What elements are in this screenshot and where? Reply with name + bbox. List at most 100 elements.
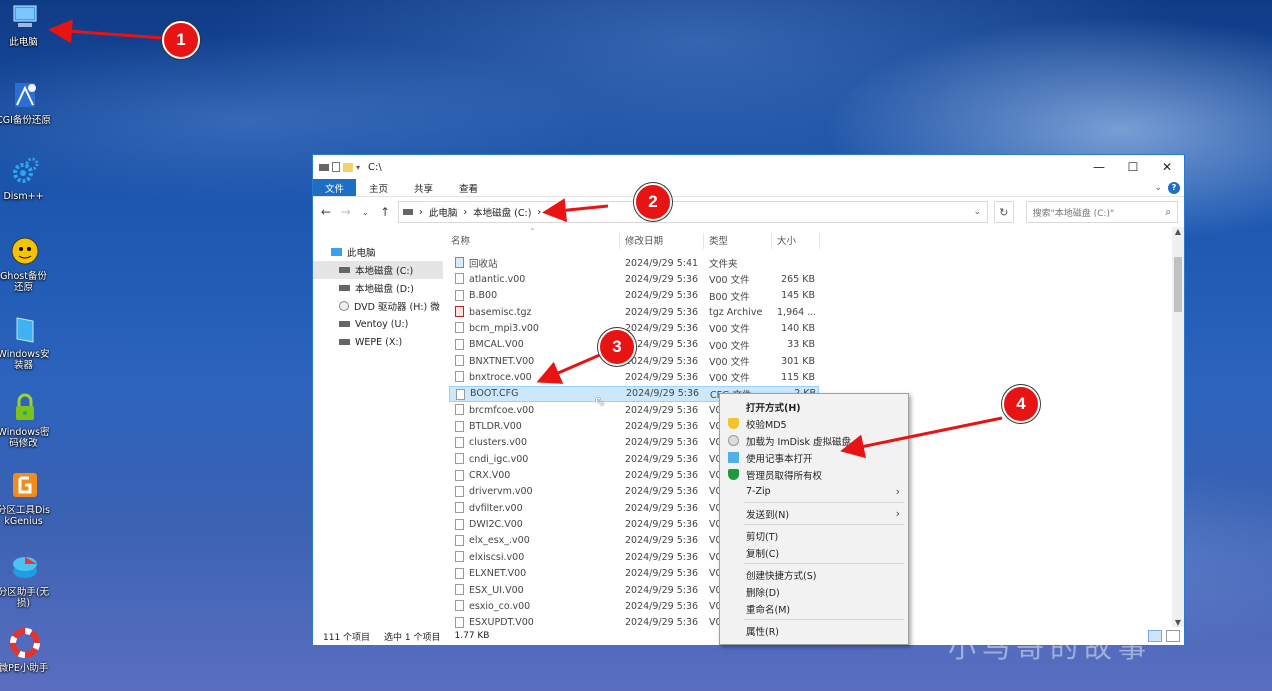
scroll-down-icon[interactable]: ▼ — [1172, 618, 1184, 627]
chevron-down-icon[interactable]: ▾ — [356, 163, 360, 172]
close-button[interactable]: ✕ — [1150, 155, 1184, 179]
file-name: DWI2C.V00 — [469, 519, 523, 531]
column-size[interactable]: 大小 — [777, 233, 796, 247]
file-date: 2024/9/29 5:36 — [625, 371, 699, 383]
computer-icon — [331, 248, 342, 256]
file-row[interactable]: bnxtroce.v00 2024/9/29 5:36 V00 文件 115 KB — [449, 369, 819, 385]
scroll-thumb[interactable] — [1174, 257, 1182, 312]
diskgenius-icon — [8, 468, 42, 502]
tab-file[interactable]: 文件 — [313, 179, 357, 196]
context-menu-item[interactable]: 校验MD5 — [720, 415, 908, 432]
maximize-button[interactable]: ☐ — [1116, 155, 1150, 179]
context-menu-item[interactable]: 删除(D) — [720, 583, 908, 600]
breadcrumb-this-pc[interactable]: 此电脑 — [429, 205, 458, 219]
up-button[interactable]: ↑ — [378, 205, 392, 219]
file-date: 2024/9/29 5:36 — [625, 470, 699, 482]
chevron-down-icon[interactable]: ⌄ — [973, 207, 981, 217]
callout-badge-1: 1 — [162, 21, 200, 59]
file-row[interactable]: bcm_mpi3.v00 2024/9/29 5:36 V00 文件 140 KB — [449, 320, 819, 336]
file-icon — [455, 518, 464, 530]
desktop-icon-partition-assistant[interactable]: 分区助手(无损) — [0, 550, 50, 609]
drive-icon — [339, 285, 350, 291]
context-menu-item[interactable]: 加载为 ImDisk 虚拟磁盘 — [720, 432, 908, 449]
desktop-icon-label: Dism++ — [3, 191, 44, 202]
recent-locations-button[interactable]: ⌄ — [359, 208, 373, 217]
context-menu-item[interactable]: 属性(R) — [720, 622, 908, 639]
file-icon — [455, 273, 464, 285]
nav-item[interactable]: 本地磁盘 (D:) — [313, 279, 443, 297]
dism-gear-icon — [8, 154, 42, 188]
context-menu-item[interactable]: 打开方式(H) — [720, 398, 908, 415]
desktop-icon-dism[interactable]: Dism++ — [0, 154, 50, 202]
file-name: bnxtroce.v00 — [469, 371, 532, 383]
nav-item[interactable]: WEPE (X:) — [313, 333, 443, 351]
file-row[interactable]: B.B00 2024/9/29 5:36 B00 文件 145 KB — [449, 288, 819, 304]
search-input[interactable]: 搜索"本地磁盘 (C:)" ⌕ — [1025, 201, 1179, 223]
desktop-icon-windows-installer[interactable]: Windows安装器 — [0, 312, 50, 371]
breadcrumb-local-disk-c[interactable]: 本地磁盘 (C:) — [473, 205, 531, 219]
windows-installer-icon — [8, 312, 42, 346]
context-menu-item[interactable]: 复制(C) — [720, 544, 908, 561]
context-menu-item[interactable]: 剪切(T) — [720, 527, 908, 544]
file-name: ELXNET.V00 — [469, 568, 527, 580]
file-row[interactable]: atlantic.v00 2024/9/29 5:36 V00 文件 265 KB — [449, 271, 819, 287]
tab-home[interactable]: 主页 — [356, 179, 401, 196]
context-menu-item[interactable]: 重命名(M) — [720, 600, 908, 617]
menu-item-label: 复制(C) — [746, 548, 780, 560]
column-type[interactable]: 类型 — [709, 233, 728, 247]
file-icon — [455, 338, 464, 350]
vertical-scrollbar[interactable]: ▲ ▼ — [1172, 227, 1184, 627]
column-headers: 名称 ⌃ 修改日期 类型 大小 — [449, 227, 1184, 249]
archive-icon — [455, 306, 464, 318]
column-date[interactable]: 修改日期 — [625, 233, 663, 247]
nav-item-label: Ventoy (U:) — [355, 318, 409, 330]
desktop-icon-ghost[interactable]: Ghost备份还原 — [0, 234, 50, 293]
file-name: elx_esx_.v00 — [469, 535, 530, 547]
green-shield-icon — [728, 469, 739, 480]
file-icon — [455, 584, 464, 595]
context-menu-item[interactable]: 发送到(N) › — [720, 505, 908, 522]
context-menu-item[interactable]: 管理员取得所有权 — [720, 466, 908, 483]
context-menu-item[interactable]: 7-Zip › — [720, 483, 908, 500]
file-date: 2024/9/29 5:36 — [625, 355, 699, 367]
file-date: 2024/9/29 5:36 — [625, 551, 699, 563]
properties-icon[interactable] — [332, 162, 340, 172]
file-name: elxiscsi.v00 — [469, 551, 525, 563]
file-name: brcmfcoe.v00 — [469, 404, 535, 416]
file-row[interactable]: 回收站 2024/9/29 5:41 文件夹 — [449, 255, 819, 271]
tab-share[interactable]: 共享 — [401, 179, 446, 196]
file-date: 2024/9/29 5:41 — [625, 257, 699, 269]
help-icon[interactable]: ? — [1168, 181, 1180, 194]
context-menu-item[interactable]: 使用记事本打开 — [720, 449, 908, 466]
minimize-button[interactable]: — — [1082, 155, 1116, 179]
nav-item[interactable]: Ventoy (U:) — [313, 315, 443, 333]
file-size: 33 KB — [787, 339, 815, 351]
file-size: 145 KB — [781, 290, 815, 302]
menu-item-label: 发送到(N) — [746, 509, 790, 521]
menu-item-label: 校验MD5 — [746, 419, 787, 431]
scroll-up-icon[interactable]: ▲ — [1172, 227, 1184, 236]
file-row[interactable]: basemisc.tgz 2024/9/29 5:36 tgz Archive 1,9… — [449, 304, 819, 320]
chevron-right-icon: › — [419, 206, 423, 218]
large-icons-view-icon[interactable] — [1166, 630, 1180, 642]
desktop-icon-password[interactable]: Windows密码修改 — [0, 390, 50, 449]
new-folder-icon[interactable] — [343, 162, 353, 172]
context-menu-item[interactable]: 创建快捷方式(S) — [720, 566, 908, 583]
forward-button[interactable]: → — [339, 205, 353, 219]
nav-item[interactable]: 此电脑 — [313, 243, 443, 261]
back-button[interactable]: ← — [319, 205, 333, 219]
desktop-icon-cgi[interactable]: CGI备份还原 — [0, 78, 51, 126]
nav-item[interactable]: 本地磁盘 (C:) — [313, 261, 443, 279]
desktop-icon-this-pc[interactable]: 此电脑 — [0, 0, 50, 48]
refresh-button[interactable]: ↻ — [994, 201, 1014, 223]
tab-view[interactable]: 查看 — [446, 179, 491, 196]
desktop-icon-wepe-helper[interactable]: 微PE小助手 — [0, 626, 50, 674]
shield-icon — [728, 418, 739, 429]
desktop-icon-diskgenius[interactable]: 分区工具DiskGenius — [0, 468, 50, 527]
nav-item[interactable]: DVD 驱动器 (H:) 微 — [313, 297, 443, 315]
file-date: 2024/9/29 5:36 — [625, 306, 699, 318]
column-name[interactable]: 名称 — [451, 233, 470, 247]
address-bar[interactable]: › 此电脑 › 本地磁盘 (C:) › ⌄ — [398, 201, 988, 223]
chevron-down-icon[interactable]: ⌄ — [1154, 183, 1162, 193]
menu-item-label: 创建快捷方式(S) — [746, 570, 817, 582]
